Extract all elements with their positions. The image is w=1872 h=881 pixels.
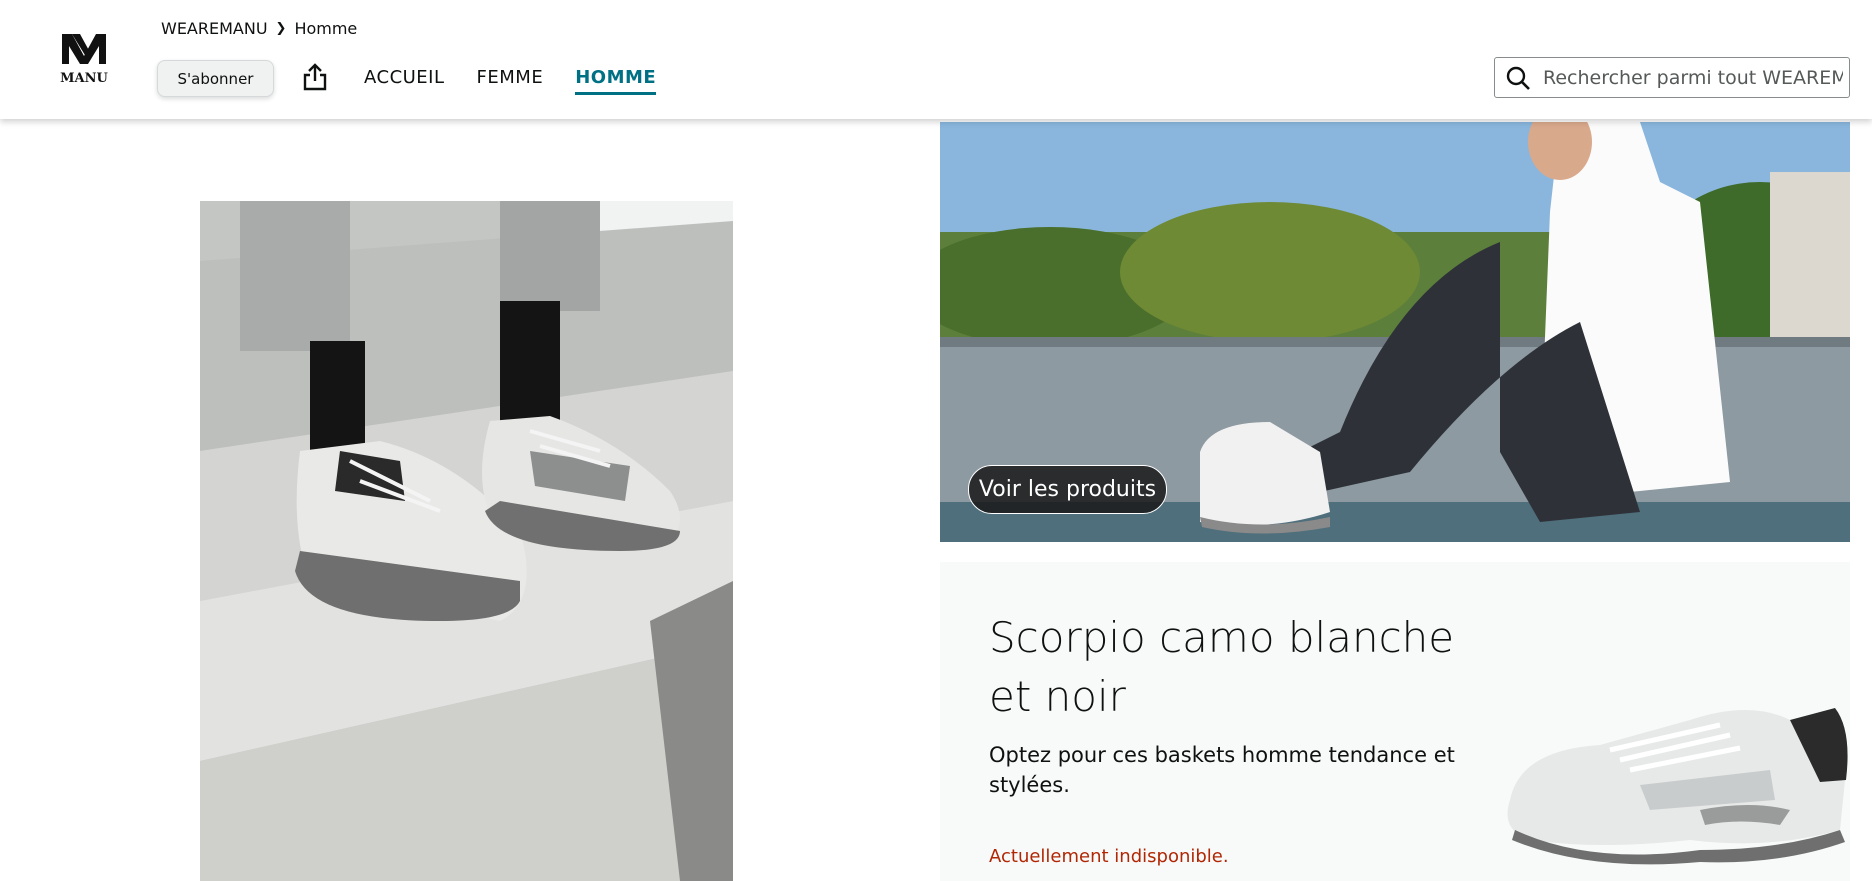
nav-accueil[interactable]: ACCUEIL bbox=[364, 67, 445, 95]
store-header: MANU WEAREMANU ❯ Homme S'abonner ACCUEIL… bbox=[0, 0, 1872, 119]
breadcrumb-store[interactable]: WEAREMANU bbox=[161, 19, 268, 38]
sneakers-on-step-photo bbox=[200, 201, 733, 881]
subscribe-button[interactable]: S'abonner bbox=[157, 60, 274, 97]
search-box bbox=[1494, 57, 1850, 98]
product-image[interactable] bbox=[1490, 690, 1855, 870]
nav-homme[interactable]: HOMME bbox=[575, 67, 657, 95]
brand-logo[interactable]: MANU bbox=[58, 30, 110, 86]
product-description: Optez pour ces baskets homme tendance et… bbox=[989, 743, 1455, 797]
availability-status: Actuellement indisponible. bbox=[989, 846, 1229, 867]
breadcrumb-current[interactable]: Homme bbox=[294, 19, 357, 38]
breadcrumb: WEAREMANU ❯ Homme bbox=[161, 19, 357, 38]
share-icon[interactable] bbox=[302, 62, 328, 92]
store-nav: ACCUEIL FEMME HOMME bbox=[364, 67, 657, 95]
chevron-right-icon: ❯ bbox=[275, 21, 287, 36]
search-input[interactable] bbox=[1541, 65, 1845, 90]
nav-femme[interactable]: FEMME bbox=[477, 67, 544, 95]
product-title[interactable]: Scorpio camo blanche et noir bbox=[989, 608, 1459, 726]
view-products-button[interactable]: Voir les produits bbox=[968, 465, 1167, 514]
logo-text: MANU bbox=[60, 71, 108, 86]
search-icon[interactable] bbox=[1505, 65, 1531, 91]
